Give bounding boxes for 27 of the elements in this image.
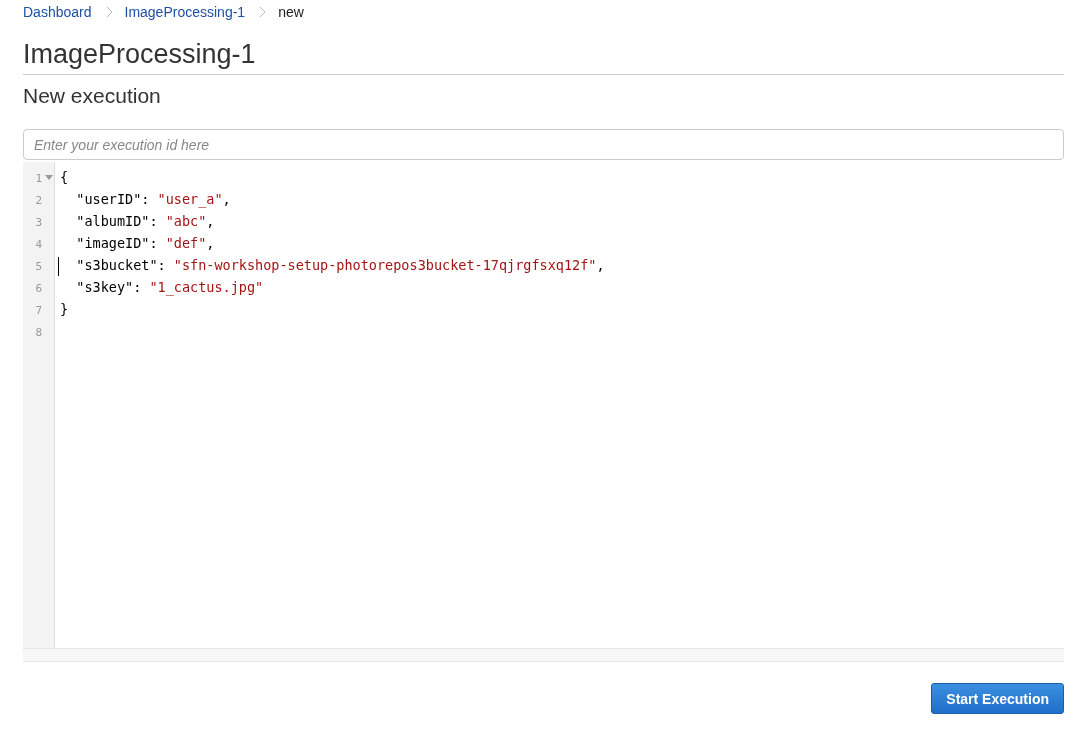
- page-title: ImageProcessing-1: [23, 38, 1064, 75]
- code-line: "albumID": "abc",: [75, 212, 215, 229]
- code-line: }: [60, 300, 69, 317]
- line-number: 2: [34, 193, 42, 207]
- chevron-icon: [259, 6, 267, 18]
- code-line: "s3key": "1_cactus.jpg": [75, 278, 264, 295]
- line-number: 4: [34, 237, 42, 251]
- fold-caret-icon[interactable]: [44, 175, 53, 181]
- code-line: "s3bucket": "sfn-workshop-setup-photorepos3bucket-17qjrgfsxq12f",: [75, 256, 605, 273]
- start-execution-button[interactable]: Start Execution: [931, 683, 1064, 714]
- execution-id-field[interactable]: Enter your execution id here: [23, 129, 1064, 160]
- code-line: "imageID": "def",: [75, 234, 215, 251]
- line-number: 6: [34, 281, 42, 295]
- code-line: "userID": "user_a",: [75, 190, 231, 207]
- line-number: 7: [34, 303, 42, 317]
- line-number: 5: [34, 259, 42, 273]
- breadcrumb-link[interactable]: ImageProcessing-1: [124, 4, 246, 20]
- code-line: {: [60, 168, 69, 185]
- breadcrumb-current: new: [278, 4, 304, 20]
- breadcrumb-link[interactable]: Dashboard: [23, 4, 92, 20]
- code-editor[interactable]: 1 { 2 "userID": "user_a", 3 "albumID": "abc", 4 "imageID": "def", 5 "s3bucket": "sfn-workshop-setup-photorepos3bucket-17qjrgfsxq12f", 6 "s3key": "1_cactus.jpg" 7 } 8: [23, 162, 1064, 648]
- chevron-icon: [105, 6, 113, 18]
- text-cursor: [58, 256, 59, 276]
- line-number: 1: [34, 171, 42, 185]
- line-number: 3: [34, 215, 42, 229]
- section-title: New execution: [23, 83, 162, 109]
- line-number: 8: [34, 325, 42, 339]
